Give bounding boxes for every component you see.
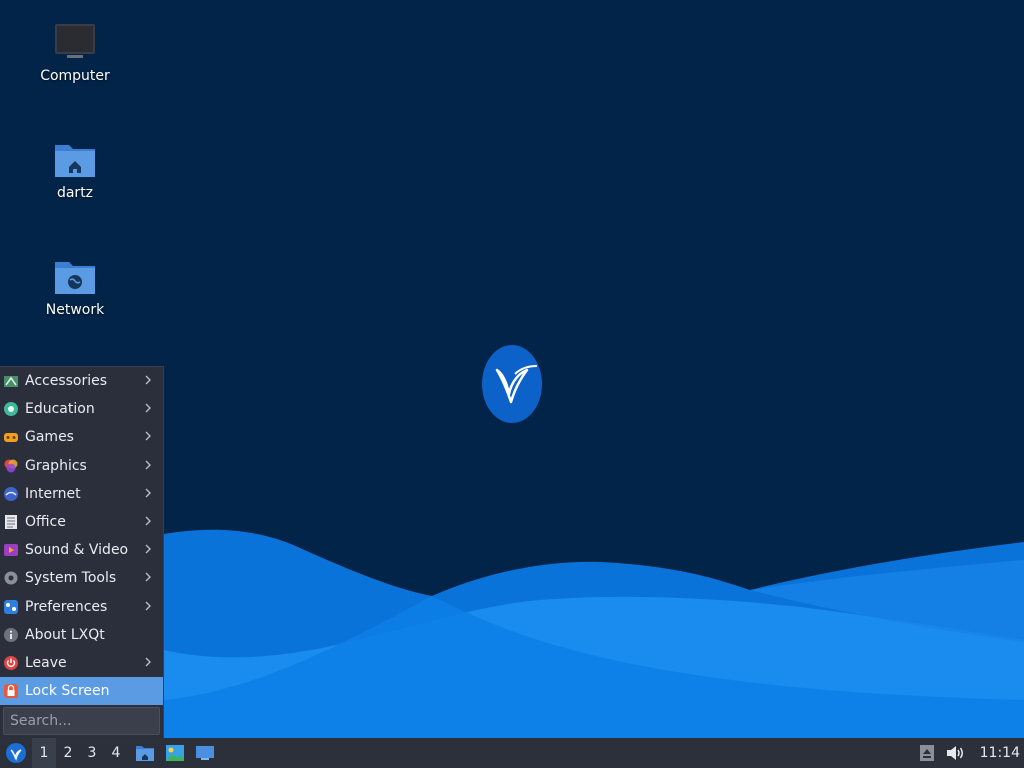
- image-viewer-icon: [166, 745, 184, 761]
- desktop-icon-home[interactable]: dartz: [25, 139, 125, 201]
- lxqt-logo-icon: [6, 743, 26, 763]
- file-manager-launcher[interactable]: [130, 738, 160, 768]
- menu-item-label: Leave: [25, 654, 67, 671]
- chevron-right-icon: [145, 516, 151, 526]
- eject-icon: [920, 745, 934, 761]
- menu-item-label: Accessories: [25, 373, 108, 390]
- menu-item-education[interactable]: Education: [0, 395, 163, 423]
- desktop-icon-network[interactable]: Network: [25, 256, 125, 318]
- about-icon: [2, 626, 19, 643]
- workspace-label: 1: [39, 745, 49, 761]
- volume-button[interactable]: [942, 738, 968, 768]
- graphics-icon: [2, 457, 19, 474]
- desktop-icon-computer[interactable]: Computer: [25, 22, 125, 84]
- eject-button[interactable]: [916, 738, 938, 768]
- sound-video-icon: [2, 542, 19, 559]
- menu-item-label: Office: [25, 514, 66, 531]
- internet-icon: [2, 485, 19, 502]
- chevron-right-icon: [145, 431, 151, 441]
- menu-item-label: Lock Screen: [25, 683, 110, 700]
- menu-item-preferences[interactable]: Preferences: [0, 593, 163, 621]
- menu-item-label: Sound & Video: [25, 542, 129, 559]
- workspace-3[interactable]: 3: [80, 738, 104, 768]
- chevron-right-icon: [145, 488, 151, 498]
- menu-item-games[interactable]: Games: [0, 423, 163, 451]
- menu-item-sound-video[interactable]: Sound & Video: [0, 536, 163, 564]
- menu-item-label: Games: [25, 429, 74, 446]
- menu-item-label: Internet: [25, 485, 81, 502]
- chevron-right-icon: [145, 601, 151, 610]
- chevron-right-icon: [145, 657, 151, 667]
- menu-item-graphics[interactable]: Graphics: [0, 452, 163, 480]
- show-desktop-button[interactable]: [190, 738, 220, 768]
- menu-item-office[interactable]: Office: [0, 508, 163, 536]
- file-manager-icon: [136, 746, 154, 761]
- workspace-label: 2: [63, 745, 73, 761]
- workspace-label: 3: [87, 745, 97, 761]
- home-folder-icon: [53, 139, 97, 179]
- image-viewer-launcher[interactable]: [160, 738, 190, 768]
- workspace-label: 4: [111, 745, 121, 761]
- taskbar-clock[interactable]: 11:14: [980, 738, 1020, 768]
- menu-item-lock-screen[interactable]: Lock Screen: [0, 677, 163, 706]
- chevron-right-icon: [145, 544, 151, 554]
- desktop-icon-label: Computer: [40, 68, 110, 84]
- taskbar: 1 2 3 4 11:14: [0, 738, 1024, 768]
- chevron-right-icon: [145, 403, 151, 413]
- menu-item-leave[interactable]: Leave: [0, 649, 163, 677]
- chevron-right-icon: [145, 375, 151, 385]
- preferences-icon: [2, 598, 19, 615]
- menu-item-accessories[interactable]: Accessories: [0, 367, 163, 395]
- games-icon: [2, 429, 19, 446]
- accessories-icon: [2, 373, 19, 390]
- desktop-icon-label: dartz: [56, 185, 94, 201]
- workspace-4[interactable]: 4: [104, 738, 128, 768]
- lock-icon: [2, 683, 19, 700]
- menu-item-label: About LXQt: [25, 626, 105, 643]
- workspace-2[interactable]: 2: [56, 738, 80, 768]
- show-desktop-icon: [196, 746, 214, 760]
- menu-item-system-tools[interactable]: System Tools: [0, 564, 163, 592]
- menu-item-label: Graphics: [25, 457, 87, 474]
- office-icon: [2, 514, 19, 531]
- education-icon: [2, 401, 19, 418]
- menu-item-label: Preferences: [25, 598, 108, 615]
- network-folder-icon: [53, 256, 97, 296]
- workspace-1[interactable]: 1: [32, 738, 56, 768]
- menu-search-input[interactable]: [3, 707, 160, 735]
- menu-item-internet[interactable]: Internet: [0, 480, 163, 508]
- start-menu: Accessories Education Games Graphics Int…: [0, 366, 164, 738]
- menu-item-label: Education: [25, 401, 95, 418]
- volume-icon: [947, 746, 963, 760]
- chevron-right-icon: [145, 572, 151, 582]
- chevron-right-icon: [145, 460, 151, 470]
- lxqt-hummingbird-icon: [482, 345, 542, 423]
- desktop-icon-label: Network: [45, 302, 105, 318]
- menu-item-about-lxqt[interactable]: About LXQt: [0, 621, 163, 649]
- menu-item-label: System Tools: [25, 570, 117, 587]
- leave-icon: [2, 654, 19, 671]
- start-menu-button[interactable]: [0, 738, 32, 768]
- computer-icon: [53, 22, 97, 62]
- system-tools-icon: [2, 570, 19, 587]
